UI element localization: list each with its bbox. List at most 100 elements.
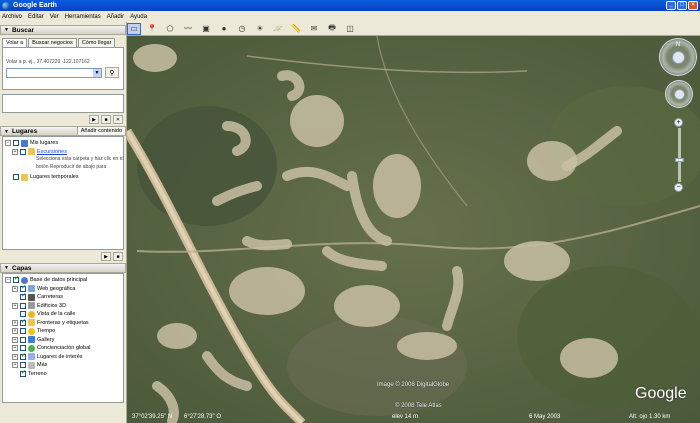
checkbox[interactable]	[20, 369, 26, 377]
google-maps-icon[interactable]: ◫	[343, 23, 357, 35]
search-header[interactable]: ▼ Buscar	[0, 25, 126, 35]
menu-anadir[interactable]: Añadir	[107, 14, 124, 20]
layer-item[interactable]: + Gallery	[5, 336, 121, 345]
expand-icon[interactable]: +	[12, 336, 18, 343]
close-button[interactable]: ×	[688, 1, 698, 10]
tree-item-excursions[interactable]: + Excursiones	[5, 148, 121, 157]
zoom-thumb[interactable]	[674, 158, 684, 162]
path-icon[interactable]: 〰	[181, 23, 195, 35]
tree-item-my-places[interactable]: − Mis lugares	[5, 139, 121, 148]
places-header[interactable]: ▼ Lugares Añadir contenido	[0, 126, 126, 136]
search-tabs: Volar a Buscar negocios Cómo llegar	[0, 35, 126, 47]
play-tour-button[interactable]: ▶	[101, 252, 111, 261]
search-input[interactable]: ▼	[6, 67, 102, 78]
collapse-triangle-icon: ▼	[4, 265, 9, 271]
places-tree: − Mis lugares + Excursiones Selecciona e…	[2, 136, 124, 250]
eye-icon[interactable]	[672, 51, 685, 64]
checkbox[interactable]	[20, 302, 26, 309]
checkbox[interactable]	[20, 148, 26, 155]
print-icon[interactable]: 🖶	[325, 23, 339, 35]
collapse-triangle-icon: ▼	[4, 128, 9, 135]
checkbox[interactable]	[20, 311, 26, 318]
expand-icon[interactable]: +	[12, 285, 18, 292]
search-panel: Volar a p. ej., 37.407229 -122.107162 ▼ …	[2, 47, 124, 90]
layer-item[interactable]: Carreteras	[5, 292, 121, 302]
polygon-icon[interactable]: ⬠	[163, 23, 177, 35]
expand-icon[interactable]: +	[12, 148, 18, 155]
checkbox[interactable]	[13, 140, 19, 147]
layers-header[interactable]: ▼ Capas	[0, 263, 126, 273]
stop-tour-button[interactable]: ■	[113, 252, 123, 261]
record-tour-icon[interactable]: ●	[217, 23, 231, 35]
expand-icon[interactable]: +	[12, 302, 18, 309]
layer-item[interactable]: + Tiempo	[5, 327, 121, 336]
checkbox[interactable]	[20, 318, 26, 326]
search-controls: ▶ ■ ✕	[0, 113, 126, 126]
checkbox[interactable]	[13, 275, 19, 284]
sunlight-icon[interactable]: ☀	[253, 23, 267, 35]
layer-item[interactable]: + Fronteras y etiquetas	[5, 318, 121, 328]
expand-icon[interactable]: +	[12, 319, 18, 326]
sky-planet-icon[interactable]: 🪐	[271, 23, 285, 35]
image-overlay-icon[interactable]: ▣	[199, 23, 213, 35]
checkbox[interactable]	[20, 292, 26, 301]
tab-buscar-negocios[interactable]: Buscar negocios	[28, 38, 77, 47]
email-icon[interactable]: ✉	[307, 23, 321, 35]
dropdown-arrow-icon[interactable]: ▼	[93, 68, 101, 77]
layer-item[interactable]: Terreno	[5, 369, 121, 379]
checkbox[interactable]	[20, 284, 26, 292]
zoom-in-icon[interactable]: +	[674, 118, 683, 127]
checkbox[interactable]	[20, 336, 26, 343]
look-compass-control[interactable]: N	[659, 38, 697, 76]
roads-icon	[28, 293, 35, 301]
borders-icon	[28, 319, 35, 327]
collapse-icon[interactable]: −	[5, 277, 11, 284]
tab-como-llegar[interactable]: Cómo llegar	[77, 38, 116, 47]
window-controls: _ □ ×	[666, 1, 698, 10]
layer-item[interactable]: + Edificios 3D	[5, 302, 121, 311]
collapse-icon[interactable]: −	[5, 140, 11, 147]
move-control[interactable]	[665, 80, 693, 108]
clear-button[interactable]: ✕	[113, 115, 123, 124]
checkbox[interactable]	[20, 345, 26, 352]
zoom-slider[interactable]: + −	[674, 118, 684, 194]
north-marker-icon[interactable]: N	[673, 42, 683, 48]
layer-item[interactable]: + Lugares de interés	[5, 352, 121, 362]
add-content-button[interactable]: Añadir contenido	[76, 127, 125, 135]
hand-icon[interactable]	[674, 89, 685, 100]
expand-icon[interactable]: +	[12, 353, 18, 360]
minimize-button[interactable]: _	[666, 1, 676, 10]
stop-button[interactable]: ■	[101, 115, 111, 124]
historical-imagery-icon[interactable]: ◷	[235, 23, 249, 35]
checkbox[interactable]	[20, 362, 26, 369]
maximize-button[interactable]: □	[677, 1, 687, 10]
expand-icon[interactable]: +	[12, 328, 18, 335]
menu-herramientas[interactable]: Herramientas	[65, 14, 101, 20]
menu-bar: Archivo Editar Ver Herramientas Añadir A…	[0, 11, 700, 22]
play-button[interactable]: ▶	[89, 115, 99, 124]
map-viewport[interactable]: N + − Image © 2008 DigitalGlobe © 2008 T…	[127, 36, 700, 423]
sidebar-toggle-icon[interactable]: ▭	[127, 22, 141, 35]
ruler-icon[interactable]: 📏	[289, 23, 303, 35]
sidebar: ▼ Buscar Volar a Buscar negocios Cómo ll…	[0, 22, 127, 423]
search-results-list[interactable]	[2, 94, 124, 113]
menu-ayuda[interactable]: Ayuda	[130, 14, 147, 20]
elevation-readout: elev 14 m	[392, 414, 419, 420]
search-button[interactable]: ⚲	[105, 67, 119, 78]
street-view-icon	[28, 310, 35, 318]
expand-icon[interactable]: +	[12, 362, 18, 369]
google-logo: Google	[635, 385, 687, 402]
placemark-icon[interactable]: 📍	[145, 23, 159, 35]
menu-editar[interactable]: Editar	[28, 14, 44, 20]
tree-item-temp-places[interactable]: Lugares temporales	[5, 173, 121, 182]
checkbox[interactable]	[20, 352, 26, 360]
menu-ver[interactable]: Ver	[50, 14, 59, 20]
checkbox[interactable]	[13, 174, 19, 181]
tab-volar-a[interactable]: Volar a	[2, 38, 28, 47]
zoom-out-icon[interactable]: −	[674, 183, 683, 192]
globe-folder-icon	[21, 139, 28, 147]
checkbox[interactable]	[20, 328, 26, 335]
expand-icon[interactable]: +	[12, 345, 18, 352]
menu-archivo[interactable]: Archivo	[2, 14, 22, 20]
toolbar: ▭ 📍 ⬠ 〰 ▣ ● ◷ ☀ 🪐 📏 ✉ 🖶 ◫	[127, 22, 700, 36]
